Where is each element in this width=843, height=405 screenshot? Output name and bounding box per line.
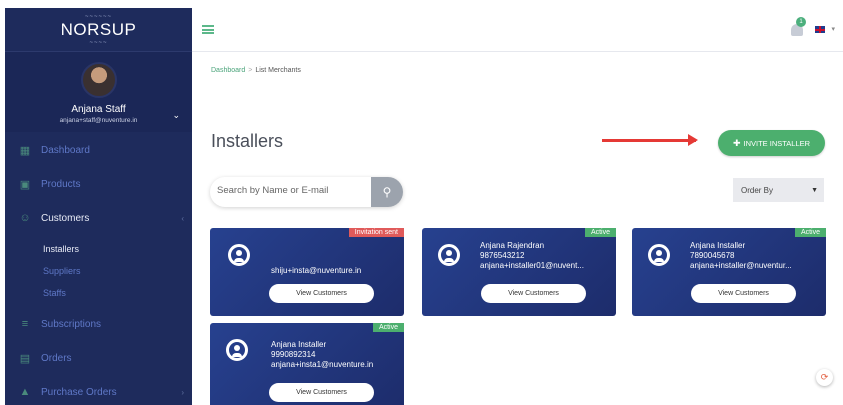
user-avatar-icon — [228, 244, 250, 266]
list-icon: ≡ — [21, 318, 29, 330]
brand-logo[interactable]: ~~~~~~ NORSUP ~~~~ — [5, 8, 192, 52]
installer-name: Anjana Installer — [690, 241, 746, 250]
sidebar-item-label: Purchase Orders — [41, 386, 117, 398]
chevron-right-icon: › — [181, 387, 184, 397]
installer-info: Anjana Installer 7890045678 anjana+insta… — [690, 241, 820, 271]
sidebar-subitem-suppliers[interactable]: Suppliers — [43, 266, 81, 276]
app-frame: ~~~~~~ NORSUP ~~~~ Anjana Staff anjana+s… — [0, 0, 843, 405]
help-widget-icon[interactable]: ⟳ — [816, 369, 833, 386]
sidebar-item-label: Dashboard — [41, 144, 90, 156]
hamburger-menu-icon[interactable] — [202, 25, 214, 34]
breadcrumb-current: List Merchants — [255, 67, 301, 74]
search-button[interactable]: ⚲ — [371, 177, 403, 207]
status-badge: Invitation sent — [348, 228, 404, 237]
installer-card: Active Anjana Installer 7890045678 anjan… — [632, 228, 826, 316]
search-icon: ⚲ — [382, 185, 392, 199]
breadcrumb: Dashboard > List Merchants — [211, 67, 301, 74]
installer-card: Active Anjana Installer 9990892314 anjan… — [210, 323, 404, 405]
uk-flag-icon[interactable] — [815, 26, 825, 33]
installer-phone: 9990892314 — [271, 350, 316, 359]
breadcrumb-dashboard-link[interactable]: Dashboard — [211, 67, 245, 74]
view-customers-button[interactable]: View Customers — [269, 284, 374, 303]
invite-installer-button[interactable]: ✚ INVITE INSTALLER — [718, 130, 825, 156]
installer-name: Anjana Installer — [271, 340, 327, 349]
sidebar-subitem-staffs[interactable]: Staffs — [43, 288, 66, 298]
installer-email: anjana+installer01@nuvent... — [480, 261, 584, 270]
installer-email: anjana+installer@nuventur... — [690, 261, 792, 270]
view-customers-button[interactable]: View Customers — [691, 284, 796, 303]
user-name: Anjana Staff — [71, 104, 126, 115]
installer-phone: 7890045678 — [690, 251, 735, 260]
user-avatar-icon — [648, 244, 670, 266]
search-bar: ⚲ — [210, 177, 403, 207]
search-input[interactable] — [217, 185, 367, 196]
status-badge: Active — [372, 323, 404, 332]
basket-icon: ▲ — [19, 386, 31, 398]
sidebar-item-label: Products — [41, 178, 81, 190]
sidebar-subitem-installers[interactable]: Installers — [43, 244, 79, 254]
dashboard-icon: ▦ — [19, 144, 31, 157]
order-by-label: Order By — [741, 185, 774, 195]
brand-sub: ~~~~ — [89, 39, 108, 46]
installer-info: shiju+insta@nuventure.in — [271, 266, 401, 276]
sidebar: ~~~~~~ NORSUP ~~~~ Anjana Staff anjana+s… — [5, 8, 192, 405]
breadcrumb-separator: > — [248, 67, 253, 74]
add-user-icon: ✚ — [732, 137, 741, 148]
sidebar-item-orders[interactable]: ▤ Orders — [5, 346, 192, 370]
sidebar-item-products[interactable]: ▣ Products — [5, 172, 192, 196]
sidebar-item-label: Orders — [41, 352, 72, 364]
sidebar-item-customers[interactable]: ☺ Customers ‹ — [5, 206, 192, 230]
cart-icon: ▣ — [19, 178, 31, 191]
user-profile: Anjana Staff anjana+staff@nuventure.in ⌄ — [5, 52, 192, 132]
user-avatar-icon — [438, 244, 460, 266]
chevron-left-icon: ‹ — [181, 213, 184, 223]
user-email: anjana+staff@nuventure.in — [59, 117, 138, 124]
invite-installer-label: INVITE INSTALLER — [743, 138, 811, 148]
top-bar: 1 ▾ — [192, 8, 843, 52]
installer-email: anjana+insta1@nuventure.in — [271, 360, 374, 369]
brand-name: NORSUP — [60, 19, 137, 39]
view-customers-button[interactable]: View Customers — [269, 383, 374, 402]
status-badge: Active — [794, 228, 826, 237]
sidebar-item-label: Subscriptions — [41, 318, 102, 330]
order-by-select[interactable]: Order By ▼ — [733, 178, 824, 202]
installer-info: Anjana Rajendran 9876543212 anjana+insta… — [480, 241, 610, 271]
status-badge: Active — [584, 228, 616, 237]
user-avatar-icon — [226, 339, 248, 361]
installer-card: Active Anjana Rajendran 9876543212 anjan… — [422, 228, 616, 316]
page-title: Installers — [211, 131, 284, 151]
dropdown-arrow-icon: ▼ — [811, 186, 818, 194]
sidebar-item-dashboard[interactable]: ▦ Dashboard — [5, 138, 192, 162]
installer-card: Invitation sent shiju+insta@nuventure.in… — [210, 228, 404, 316]
installer-email: shiju+insta@nuventure.in — [271, 266, 362, 275]
notification-badge: 1 — [796, 17, 806, 27]
language-chevron-down-icon[interactable]: ▾ — [831, 25, 835, 33]
installer-phone: 9876543212 — [480, 251, 525, 260]
sidebar-item-subscriptions[interactable]: ≡ Subscriptions — [5, 312, 192, 336]
avatar — [80, 62, 117, 98]
view-customers-button[interactable]: View Customers — [481, 284, 586, 303]
installer-info: Anjana Installer 9990892314 anjana+insta… — [271, 340, 401, 370]
users-icon: ☺ — [19, 212, 31, 224]
sidebar-item-purchase-orders[interactable]: ▲ Purchase Orders › — [5, 380, 192, 404]
installer-name: Anjana Rajendran — [480, 241, 545, 250]
profile-chevron-down-icon[interactable]: ⌄ — [172, 110, 180, 121]
sidebar-item-label: Customers — [41, 212, 90, 224]
orders-icon: ▤ — [19, 352, 31, 365]
red-arrow-annotation — [602, 134, 698, 146]
